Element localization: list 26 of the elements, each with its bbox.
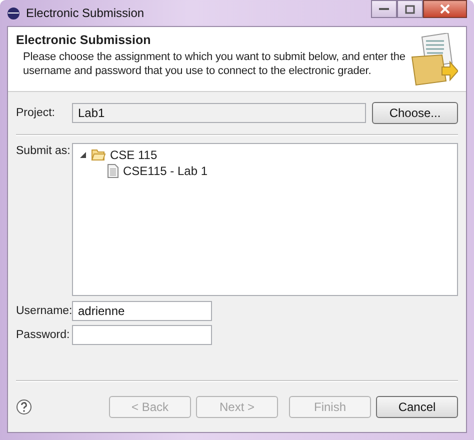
page-title: Electronic Submission <box>16 33 152 47</box>
page-description: Please choose the assignment to which you want to submit below, and enter the username and password that you use to connect to the electronic grader. <box>22 50 406 78</box>
field-label: Project: <box>16 107 56 119</box>
field-label: Submit as: <box>16 144 72 157</box>
minimize-icon <box>379 7 389 11</box>
maximize-button[interactable] <box>397 0 423 18</box>
username-field[interactable]: adrienne <box>72 301 212 321</box>
field-label: Username: <box>16 305 72 317</box>
dialog-button[interactable]: Cancel <box>376 396 458 418</box>
tree-item[interactable]: CSE115 - Lab 1 <box>123 164 208 178</box>
window-title: Electronic Submission <box>26 6 144 20</box>
password-field[interactable] <box>72 325 212 345</box>
maximize-icon <box>405 4 415 14</box>
field-label: Password: <box>16 329 71 341</box>
help-icon[interactable] <box>16 399 32 415</box>
minimize-button[interactable] <box>371 0 397 18</box>
document-icon <box>107 164 119 178</box>
assignment-tree[interactable]: CSE 115 CSE115 - Lab 1 <box>72 143 458 296</box>
close-button[interactable] <box>423 0 467 18</box>
tree-item[interactable]: CSE 115 <box>110 148 158 162</box>
choose-button[interactable]: Choose... <box>372 102 458 124</box>
close-icon <box>440 4 450 14</box>
collapse-arrow-icon[interactable] <box>79 151 87 159</box>
app-icon <box>7 6 20 20</box>
project-field[interactable]: Lab1 <box>72 103 366 123</box>
folder-icon <box>91 149 106 161</box>
